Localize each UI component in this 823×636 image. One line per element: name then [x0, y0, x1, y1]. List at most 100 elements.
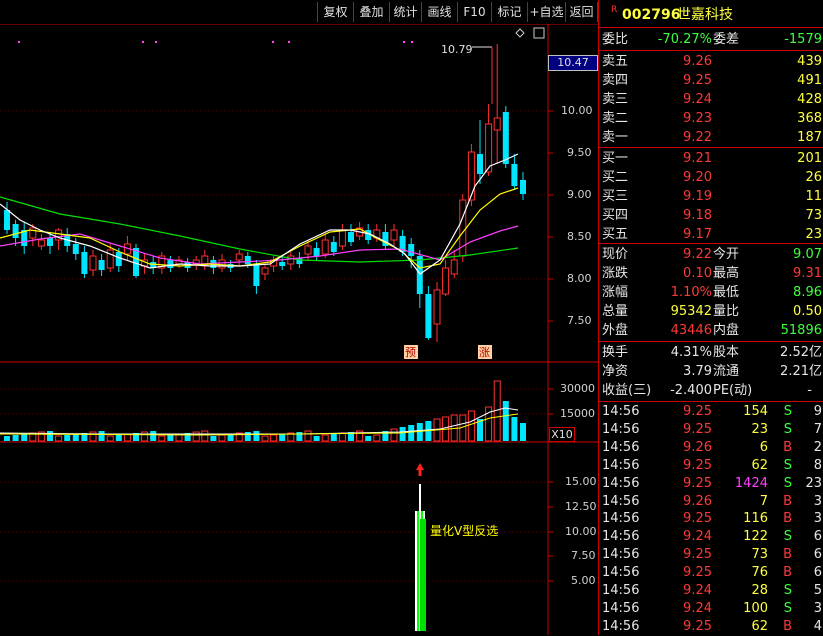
tick-price: 9.25	[683, 404, 712, 419]
volume-bar	[244, 432, 251, 441]
indicator-tick-15.00: 15.00	[565, 475, 597, 488]
candle-body	[338, 229, 346, 247]
candle-body	[467, 151, 475, 201]
tick-price: 9.25	[683, 618, 712, 634]
price-tick-8.00: 8.00	[567, 272, 592, 285]
tick-n: 3	[813, 600, 822, 616]
volume-bar	[279, 434, 286, 441]
ask-3-label: 卖三	[602, 92, 629, 107]
current-price-box: 10.47	[548, 55, 598, 71]
tick-row: 14:56 9.24 28 S 5	[599, 582, 823, 600]
volume-bar	[270, 434, 278, 442]
indicator-tick-12.50: 12.50	[565, 500, 597, 513]
ask-2-row[interactable]: 卖二 9.23 368	[599, 109, 823, 128]
volume-bar	[511, 417, 518, 441]
up-arrow-icon	[416, 463, 424, 476]
ask-1-volume: 187	[797, 130, 822, 145]
statistics-button[interactable]: 统计	[389, 2, 421, 22]
bid-3-row[interactable]: 买三 9.19 11	[599, 187, 823, 206]
kline-chart[interactable]: 10.79 预 涨 量化V型反选	[0, 24, 598, 635]
chart-toggle-icon[interactable]	[533, 27, 545, 39]
overlay-button[interactable]: 叠加	[353, 2, 389, 22]
add-favorite-button[interactable]: +自选	[527, 2, 565, 22]
candle-body	[279, 262, 286, 266]
ask-3-row[interactable]: 卖三 9.24 428	[599, 90, 823, 109]
tick-side: S	[783, 475, 792, 491]
bid-1-row[interactable]: 买一 9.21 201	[599, 149, 823, 168]
tick-side: S	[783, 600, 792, 616]
bid-2-price: 9.20	[683, 170, 712, 185]
candle-body	[4, 210, 10, 230]
candle-body	[477, 154, 483, 174]
tick-n: 3	[813, 511, 822, 527]
tick-time: 14:56	[602, 404, 640, 419]
candle-body	[98, 260, 105, 270]
volume-tick-15000: 15000	[560, 407, 595, 420]
ask-1-label: 卖一	[602, 130, 629, 145]
volume-bar	[201, 430, 209, 442]
bid-3-label: 买三	[602, 189, 629, 204]
tick-n: 2	[813, 439, 822, 455]
volume-multiplier: X10	[549, 427, 575, 442]
signal-yu: 预	[404, 345, 418, 359]
ask-1-row[interactable]: 卖一 9.22 187	[599, 128, 823, 147]
ask-3-price: 9.24	[683, 92, 712, 107]
svg-text:预: 预	[405, 346, 416, 359]
tick-price: 9.25	[683, 511, 712, 527]
ask-5-row[interactable]: 卖五 9.26 439	[599, 52, 823, 71]
ask-2-volume: 368	[797, 111, 822, 126]
f10-button[interactable]: F10	[457, 2, 491, 22]
bid-2-row[interactable]: 买二 9.20 26	[599, 168, 823, 187]
draw-line-button[interactable]: 画线	[421, 2, 457, 22]
bid-1-volume: 201	[797, 151, 822, 166]
volume-bar	[98, 431, 105, 441]
volume-bar	[21, 434, 28, 441]
candle-body	[89, 255, 97, 271]
tick-side: B	[783, 547, 792, 563]
high-price-annotation: 10.79	[441, 43, 493, 104]
tick-price: 9.25	[683, 547, 712, 563]
tick-time: 14:56	[602, 547, 640, 563]
tick-n: 4	[813, 618, 822, 634]
volume-bar	[47, 431, 53, 441]
svg-text:10.79: 10.79	[441, 43, 473, 56]
shouyi-row: 收益(三) -2.400 PE(动) -	[602, 383, 812, 398]
volume-bar	[373, 434, 381, 442]
mark-button[interactable]: 标记	[491, 2, 527, 22]
volume-bar	[72, 434, 79, 441]
volume-bar	[150, 431, 157, 441]
tick-n: 5	[813, 583, 822, 598]
bid-5-row[interactable]: 买五 9.17 23	[599, 225, 823, 244]
candlestick-series	[4, 44, 526, 342]
bid-1-label: 买一	[602, 151, 629, 166]
ask-5-volume: 439	[797, 54, 822, 69]
volume-bar	[313, 436, 320, 441]
tick-side: S	[783, 457, 792, 473]
ask-4-row[interactable]: 卖四 9.25 491	[599, 71, 823, 90]
candle-body	[321, 239, 329, 255]
bid-4-row[interactable]: 买四 9.18 73	[599, 206, 823, 225]
zhangdie-row: 涨跌 0.10 最高 9.31	[602, 266, 822, 281]
candle-body	[235, 253, 243, 261]
bid-2-volume: 26	[805, 170, 822, 185]
candle-body	[450, 259, 458, 275]
tick-n: 7	[813, 421, 822, 437]
candle-body	[313, 248, 320, 256]
chart-settings-icon[interactable]	[515, 28, 525, 38]
tick-n: 9	[813, 404, 822, 419]
tick-row: 14:56 9.25 62 S 8	[599, 457, 823, 475]
back-button[interactable]: 返回	[565, 2, 598, 22]
huanshou-row: 换手 4.31% 股本 2.52亿	[602, 345, 822, 360]
tick-time: 14:56	[602, 421, 640, 437]
svg-text:涨: 涨	[479, 346, 490, 359]
candle-body	[218, 259, 226, 269]
zongliang-row: 总量 95342 量比 0.50	[602, 304, 822, 319]
tick-price: 9.24	[683, 529, 712, 545]
ask-4-volume: 491	[797, 73, 822, 88]
candle-body	[330, 242, 337, 252]
volume-bar	[158, 435, 166, 442]
fuquan-button[interactable]: 复权	[317, 2, 353, 22]
bid-4-volume: 73	[805, 208, 822, 223]
tick-row: 14:56 9.26 6 B 2	[599, 439, 823, 457]
volume-bar	[330, 434, 337, 441]
